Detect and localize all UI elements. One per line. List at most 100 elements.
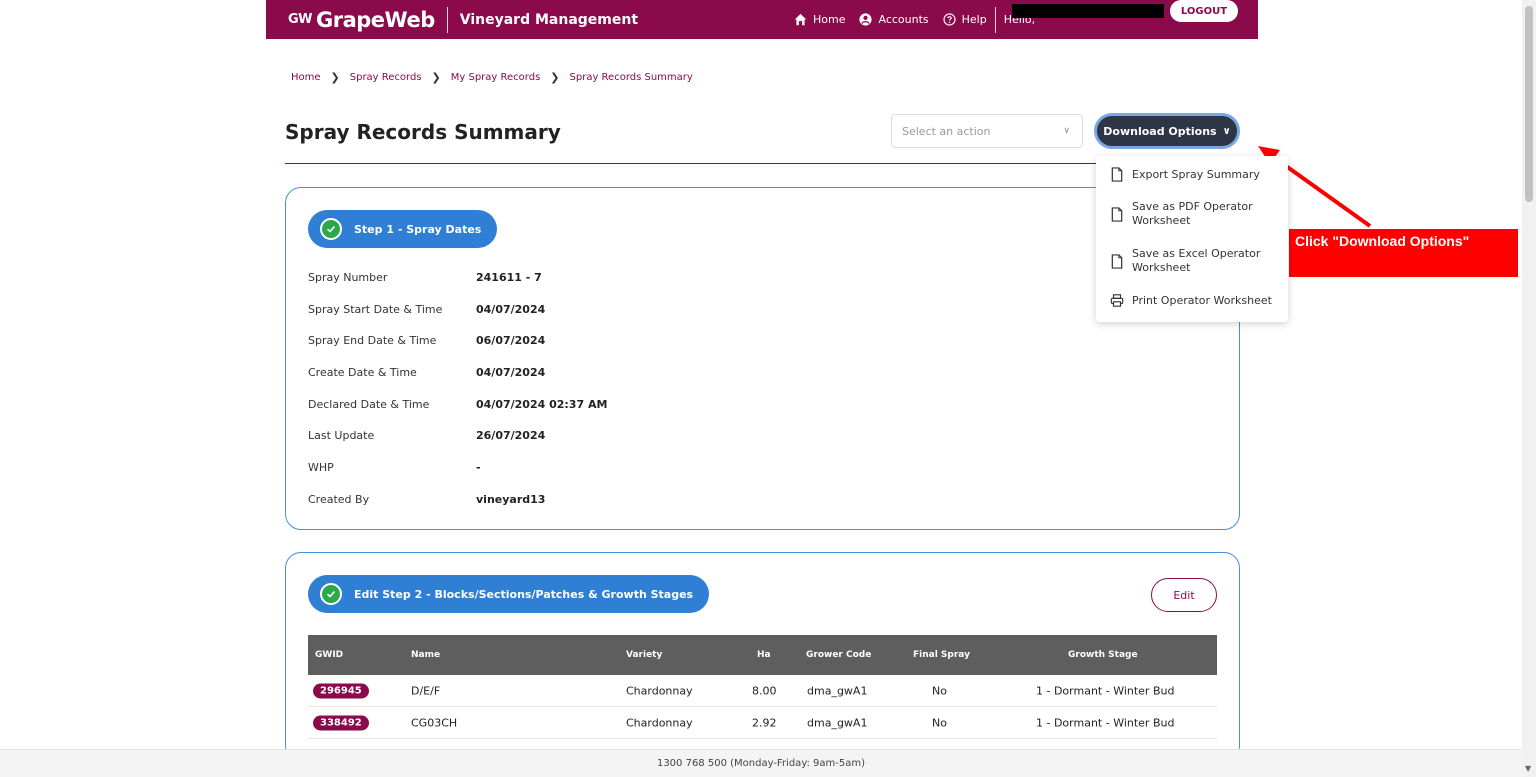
col-grower-code[interactable]: Grower Code (806, 650, 871, 660)
detail-value: 26/07/2024 (476, 429, 546, 442)
detail-label: Spray Number (308, 271, 388, 284)
menu-save-pdf-label: Save as PDF Operator Worksheet (1132, 200, 1253, 228)
chevron-right-icon: ❯ (330, 71, 340, 84)
header-nav: Home Accounts Help Hello, (794, 0, 1035, 39)
detail-label: WHP (308, 461, 334, 474)
menu-print-label: Print Operator Worksheet (1132, 294, 1272, 307)
top-navbar: GW GrapeWeb Vineyard Management Home Acc… (266, 0, 1258, 39)
gwid-badge[interactable]: 338492 (313, 715, 369, 730)
document-icon (1111, 206, 1123, 222)
grapeweb-logo: GW GrapeWeb (288, 8, 435, 32)
menu-save-pdf-line1: Save as PDF Operator (1132, 200, 1253, 213)
cell-final-spray: No (932, 684, 947, 697)
nav-home[interactable]: Home (794, 13, 845, 26)
detail-row: Spray Number 241611 - 7 (308, 271, 542, 284)
breadcrumb-my-spray-records[interactable]: My Spray Records (451, 72, 541, 83)
logout-button[interactable]: LOGOUT (1170, 0, 1238, 22)
redacted-username (1012, 4, 1164, 18)
detail-row: Declared Date & Time 04/07/2024 02:37 AM (308, 398, 607, 411)
gwid-badge[interactable]: 296945 (313, 683, 369, 698)
chevron-right-icon: ❯ (550, 71, 560, 84)
cell-ha: 2.92 (752, 716, 777, 729)
cell-final-spray: No (932, 716, 947, 729)
table-row: 296945 D/E/F Chardonnay 8.00 dma_gwA1 No… (308, 675, 1217, 707)
step2-pill[interactable]: Edit Step 2 - Blocks/Sections/Patches & … (308, 575, 710, 613)
cell-variety: Chardonnay (626, 684, 693, 697)
col-growth-stage[interactable]: Growth Stage (1068, 650, 1138, 660)
page-title: Spray Records Summary (285, 120, 561, 144)
cell-name: CG03CH (411, 716, 458, 729)
table-header: GWID Name Variety Ha Grower Code Final S… (308, 635, 1217, 675)
page-scrollbar[interactable]: ▼ (1522, 0, 1536, 777)
nav-home-label: Home (813, 13, 846, 26)
nav-accounts-label: Accounts (878, 13, 929, 26)
download-options-button[interactable]: Download Options ∨ (1094, 113, 1240, 149)
select-action-dropdown[interactable]: Select an action ∨ (891, 114, 1083, 148)
detail-value: 06/07/2024 (476, 334, 546, 347)
download-options-label: Download Options (1103, 124, 1217, 138)
menu-export-spray-summary[interactable]: Export Spray Summary (1110, 167, 1260, 182)
col-variety[interactable]: Variety (626, 650, 662, 660)
menu-save-pdf-line2: Worksheet (1132, 214, 1191, 227)
menu-save-excel-worksheet[interactable]: Save as Excel Operator Worksheet (1110, 247, 1260, 275)
brand[interactable]: GW GrapeWeb Vineyard Management (288, 6, 639, 33)
nav-help[interactable]: Help (943, 13, 987, 26)
select-action-placeholder: Select an action (902, 124, 991, 138)
breadcrumb-current: Spray Records Summary (569, 72, 693, 83)
detail-label: Created By (308, 493, 370, 506)
footer-contact: 1300 768 500 (Monday-Friday: 9am-5am) (0, 749, 1522, 777)
edit-button[interactable]: Edit (1151, 578, 1217, 612)
logo-name: GrapeWeb (316, 7, 435, 32)
document-icon (1111, 167, 1123, 182)
cell-grower-code: dma_gwA1 (807, 684, 868, 697)
detail-row: Last Update 26/07/2024 (308, 429, 545, 442)
logo-prefix: GW (288, 12, 313, 27)
scroll-down-icon[interactable]: ▼ (1525, 764, 1531, 773)
col-name[interactable]: Name (411, 650, 440, 660)
cell-variety: Chardonnay (626, 716, 693, 729)
table-row: 338492 CG03CH Chardonnay 2.92 dma_gwA1 N… (308, 707, 1217, 739)
step2-card: Edit Step 2 - Blocks/Sections/Patches & … (285, 552, 1240, 762)
account-icon (859, 13, 873, 26)
annotation-callout: Click "Download Options" (1289, 229, 1518, 277)
detail-value: vineyard13 (476, 493, 546, 506)
detail-label: Spray End Date & Time (308, 334, 437, 347)
detail-value: 04/07/2024 02:37 AM (476, 398, 608, 411)
detail-label: Create Date & Time (308, 366, 417, 379)
nav-help-label: Help (961, 13, 987, 26)
menu-save-excel-line2: Worksheet (1132, 261, 1191, 274)
step2-label: Edit Step 2 - Blocks/Sections/Patches & … (354, 587, 694, 601)
home-icon (794, 13, 807, 26)
col-ha[interactable]: Ha (757, 650, 771, 660)
step1-label: Step 1 - Spray Dates (354, 222, 482, 236)
breadcrumb-home[interactable]: Home (291, 72, 321, 83)
cell-grower-code: dma_gwA1 (807, 716, 868, 729)
check-icon (320, 583, 342, 605)
detail-label: Last Update (308, 429, 375, 442)
menu-export-label: Export Spray Summary (1132, 168, 1260, 181)
printer-icon (1110, 294, 1124, 307)
menu-save-excel-line1: Save as Excel Operator (1132, 247, 1261, 260)
col-final-spray[interactable]: Final Spray (913, 650, 970, 660)
menu-save-pdf-worksheet[interactable]: Save as PDF Operator Worksheet (1110, 200, 1253, 228)
cell-growth-stage: 1 - Dormant - Winter Bud (1036, 684, 1175, 697)
detail-row: WHP - (308, 461, 481, 474)
nav-accounts[interactable]: Accounts (859, 13, 929, 26)
detail-row: Spray End Date & Time 06/07/2024 (308, 334, 545, 347)
step1-pill[interactable]: Step 1 - Spray Dates (308, 210, 498, 248)
document-icon (1111, 253, 1123, 269)
cell-growth-stage: 1 - Dormant - Winter Bud (1036, 716, 1175, 729)
scrollbar-thumb[interactable] (1525, 6, 1533, 202)
col-gwid[interactable]: GWID (315, 650, 343, 660)
detail-value: - (476, 461, 481, 474)
brand-divider (446, 6, 448, 33)
detail-label: Declared Date & Time (308, 398, 430, 411)
breadcrumb-spray-records[interactable]: Spray Records (350, 72, 422, 83)
menu-save-excel-label: Save as Excel Operator Worksheet (1132, 247, 1260, 275)
brand-subtitle: Vineyard Management (459, 11, 639, 28)
chevron-down-icon: ∨ (1063, 126, 1070, 136)
detail-row: Create Date & Time 04/07/2024 (308, 366, 545, 379)
check-icon (320, 218, 342, 240)
menu-print-worksheet[interactable]: Print Operator Worksheet (1110, 293, 1272, 308)
detail-row: Spray Start Date & Time 04/07/2024 (308, 303, 545, 316)
